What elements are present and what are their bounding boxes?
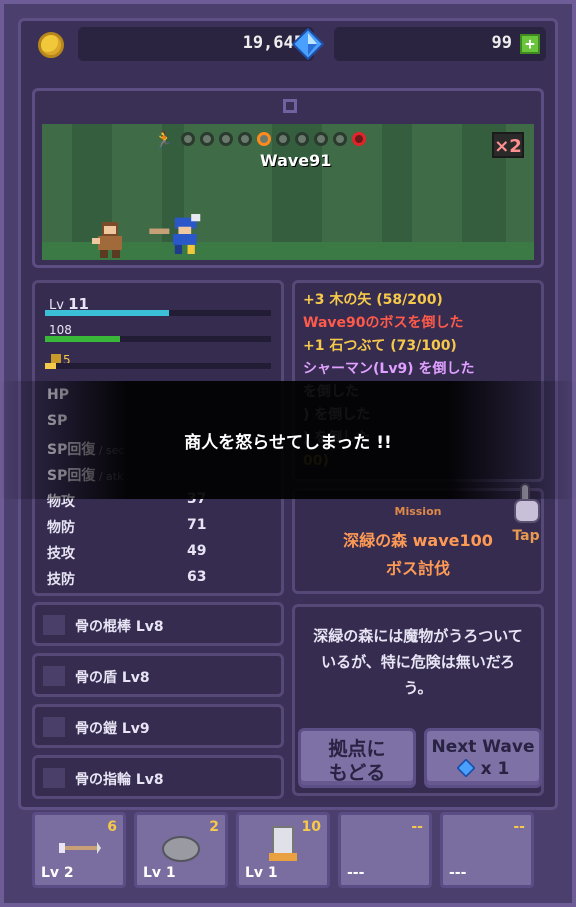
equipment-slot[interactable]: 骨の鎧 Lv9: [32, 704, 284, 748]
armor-icon: [43, 717, 65, 737]
stage-menu-icon[interactable]: [283, 99, 297, 113]
log-line: +1 石つぶて (73/100): [303, 338, 457, 354]
stat-name: 物防: [47, 520, 75, 536]
enemy-shaman-sprite: [92, 222, 122, 258]
slot-level: Lv 1: [143, 865, 176, 881]
equipment-name: 骨の棍棒 Lv8: [75, 619, 164, 635]
item-slot[interactable]: -- ---: [440, 812, 534, 888]
shield-icon: [43, 666, 65, 686]
next-wave-button[interactable]: Next Wave x 1: [424, 728, 542, 788]
equipment-slot[interactable]: 骨の棍棒 Lv8: [32, 602, 284, 646]
ring-icon: [43, 768, 65, 788]
tower-icon: [261, 826, 305, 863]
speed-multiplier[interactable]: ×2: [492, 132, 524, 158]
wave-node: [275, 132, 290, 146]
stat-name: 技防: [47, 572, 75, 588]
gem-count: 99 +: [334, 27, 546, 61]
equipment-name: 骨の盾 Lv8: [75, 670, 150, 686]
item-slot[interactable]: 10 Lv 1: [236, 812, 330, 888]
slot-count: 2: [209, 819, 219, 835]
boss-node: [351, 132, 366, 146]
wave-node: [218, 132, 233, 146]
slot-count: 10: [301, 819, 321, 835]
equipment-name: 骨の鎧 Lv9: [75, 721, 150, 737]
slot-count: --: [513, 819, 525, 835]
hp-bar: [45, 336, 271, 342]
runner-icon: 🏃: [154, 129, 174, 149]
stat-value: 71: [187, 517, 207, 533]
gold-count: 19,645: [78, 27, 314, 61]
slot-count: 6: [107, 819, 117, 835]
slot-level: ---: [449, 865, 467, 881]
slot-level: ---: [347, 865, 365, 881]
wave-label: Wave91: [260, 151, 332, 170]
wave-node: [332, 132, 347, 146]
player-hero-sprite: [149, 214, 201, 254]
currency-bar: 19,645 99 +: [30, 22, 546, 66]
stat-value: 49: [187, 543, 207, 559]
gem-icon: [456, 758, 476, 778]
stat-value: 63: [187, 569, 207, 585]
stone-icon: [159, 833, 203, 863]
arrow-icon: [57, 833, 101, 863]
wave-node: [237, 132, 252, 146]
xp-bar: [45, 310, 271, 316]
slot-level: Lv 1: [245, 865, 278, 881]
wave-node: [294, 132, 309, 146]
slot-count: --: [411, 819, 423, 835]
equipment-slot[interactable]: 骨の指輪 Lv8: [32, 755, 284, 799]
log-line: Wave90のボスを倒した: [303, 315, 464, 331]
log-line: +3 木の矢 (58/200): [303, 292, 443, 308]
gem-icon: [292, 28, 324, 60]
sword-icon: [43, 615, 65, 635]
wave-node: [199, 132, 214, 146]
item-slot[interactable]: 2 Lv 1: [134, 812, 228, 888]
battle-stage: 🏃 Wave91 ×2: [42, 124, 534, 260]
return-home-button[interactable]: 拠点に もどる: [298, 728, 416, 788]
slot-level: Lv 2: [41, 865, 74, 881]
equipment-name: 骨の指輪 Lv8: [75, 772, 164, 788]
plus-icon[interactable]: +: [520, 34, 540, 54]
wave-node: [313, 132, 328, 146]
stat-name: 技攻: [47, 546, 75, 562]
wave-progress: 🏃: [154, 129, 366, 149]
item-slot[interactable]: 6 Lv 2: [32, 812, 126, 888]
equipment-slot[interactable]: 骨の盾 Lv8: [32, 653, 284, 697]
wave-node: [256, 132, 271, 146]
sp-bar: [45, 363, 271, 369]
coin-icon: [38, 32, 64, 58]
log-line: シャーマン(Lv9) を倒した: [303, 361, 475, 377]
hp-value: 108: [49, 323, 72, 337]
wave-node: [180, 132, 195, 146]
toast-message: 商人を怒らせてしまった !!: [0, 381, 576, 499]
item-slot[interactable]: -- ---: [338, 812, 432, 888]
